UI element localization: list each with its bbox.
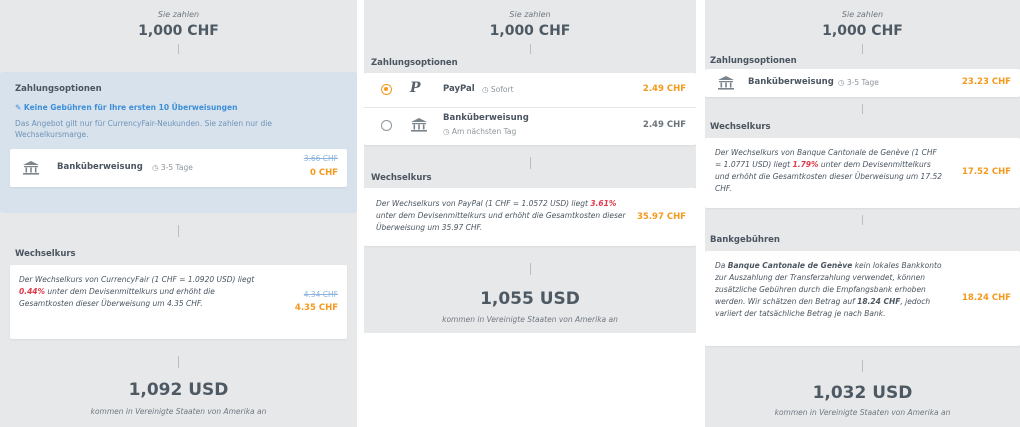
bank-delivery-time: ◷ Am nächsten Tag — [443, 127, 517, 136]
receive-label: kommen in Vereinigte Staaten von Amerika… — [442, 315, 618, 324]
provider-panel-paypal: Sie zahlen 1,000 CHF Zahlungsoptionen P … — [364, 0, 696, 333]
exchange-rate-title: Wechselkurs — [15, 249, 76, 259]
rate-margin-percent: 0.44% — [19, 287, 46, 296]
rate-cost: 35.97 CHF — [636, 212, 686, 222]
paypal-fee: 2.49 CHF — [642, 84, 686, 94]
bank-fees-title: Bankgebühren — [710, 235, 780, 245]
pay-amount: 1,000 CHF — [138, 23, 219, 39]
connector-line — [530, 157, 531, 169]
pay-label: Sie zahlen — [157, 10, 200, 19]
pay-amount: 1,000 CHF — [489, 23, 571, 39]
exchange-rate-card: Der Wechselkurs von CurrencyFair (1 CHF … — [10, 265, 347, 339]
pay-label: Sie zahlen — [509, 10, 551, 19]
receive-amount: 1,092 USD — [128, 380, 229, 400]
bank-fees-cost: 18.24 CHF — [961, 293, 1011, 303]
receive-amount: 1,032 USD — [812, 383, 913, 403]
receive-amount: 1,055 USD — [480, 289, 580, 309]
connector-line — [530, 44, 531, 54]
bank-icon — [22, 160, 40, 176]
fee-discounted: 0 CHF — [309, 168, 338, 178]
connector-line — [862, 104, 863, 114]
exchange-rate-title: Wechselkurs — [371, 173, 432, 183]
pay-label: Sie zahlen — [841, 10, 884, 19]
paypal-option[interactable]: P PayPal ◷ Sofort 2.49 CHF — [364, 73, 696, 106]
rate-cost: 17.52 CHF — [961, 167, 1011, 177]
paypal-label: PayPal — [443, 84, 475, 94]
promo-title: ✎ Keine Gebühren für Ihre ersten 10 Über… — [15, 103, 238, 112]
delivery-time: ◷ 3-5 Tage — [152, 163, 193, 172]
provider-panel-currencyfair: Sie zahlen 1,000 CHF Zahlungsoptionen ✎ … — [0, 0, 357, 427]
connector-line — [862, 44, 863, 54]
exchange-rate-description: Der Wechselkurs von Banque Cantonale de … — [715, 148, 943, 193]
exchange-rate-card: Der Wechselkurs von Banque Cantonale de … — [705, 138, 1020, 208]
bank-transfer-option[interactable]: Banküberweisung ◷ Am nächsten Tag 2.49 C… — [364, 108, 696, 145]
bank-transfer-option[interactable]: Banküberweisung ◷ 3-5 Tage 23.23 CHF — [705, 69, 1020, 97]
bank-transfer-fee: 23.23 CHF — [961, 77, 1011, 87]
exchange-rate-title: Wechselkurs — [710, 122, 771, 132]
exchange-rate-description: Der Wechselkurs von PayPal (1 CHF = 1.05… — [376, 199, 626, 232]
delivery-time: ◷ 3-5 Tage — [838, 78, 879, 87]
promo-text: Das Angebot gilt nur für CurrencyFair-Ne… — [15, 119, 272, 139]
receive-label: kommen in Vereinigte Staaten von Amerika… — [90, 407, 267, 416]
paypal-delivery-time: ◷ Sofort — [482, 85, 514, 94]
bank-icon — [717, 75, 735, 91]
payment-options-list: P PayPal ◷ Sofort 2.49 CHF Banküberweisu… — [364, 73, 696, 145]
rate-margin-percent: 1.79% — [792, 160, 819, 169]
paypal-radio[interactable] — [381, 84, 392, 95]
bank-transfer-label: Banküberweisung — [748, 77, 834, 87]
rate-margin-percent: 3.61% — [590, 199, 617, 208]
bank-transfer-fee: 2.49 CHF — [642, 120, 686, 130]
connector-line — [178, 44, 179, 54]
bank-transfer-label: Banküberweisung — [57, 162, 143, 172]
exchange-rate-description: Der Wechselkurs von CurrencyFair (1 CHF … — [19, 275, 255, 308]
connector-line — [178, 356, 179, 368]
receive-label: kommen in Vereinigte Staaten von Amerika… — [774, 408, 951, 417]
fee-original: 3.66 CHF — [303, 154, 338, 163]
connector-line — [862, 215, 863, 225]
payment-options-title: Zahlungsoptionen — [710, 56, 797, 66]
provider-panel-bcge: Sie zahlen 1,000 CHF Zahlungsoptionen Ba… — [705, 0, 1020, 427]
rate-cost: 4.35 CHF — [294, 303, 338, 313]
bank-fees-description: Da Banque Cantonale de Genève kein lokal… — [715, 261, 942, 318]
exchange-rate-card: Der Wechselkurs von PayPal (1 CHF = 1.05… — [364, 188, 696, 246]
pay-amount: 1,000 CHF — [822, 23, 903, 39]
bank-transfer-radio[interactable] — [381, 120, 392, 131]
connector-line — [178, 225, 179, 237]
bank-transfer-label: Banküberweisung — [443, 113, 529, 123]
connector-line — [862, 360, 863, 372]
bank-icon — [410, 117, 428, 133]
bank-transfer-option[interactable]: Banküberweisung ◷ 3-5 Tage 3.66 CHF 0 CH… — [10, 149, 347, 187]
connector-line — [530, 263, 531, 275]
rate-cost-original: 4.34 CHF — [303, 290, 338, 299]
bank-fees-card: Da Banque Cantonale de Genève kein lokal… — [705, 251, 1020, 346]
payment-options-title: Zahlungsoptionen — [371, 58, 458, 68]
paypal-icon: P — [410, 80, 421, 96]
payment-options-title: Zahlungsoptionen — [15, 84, 102, 94]
